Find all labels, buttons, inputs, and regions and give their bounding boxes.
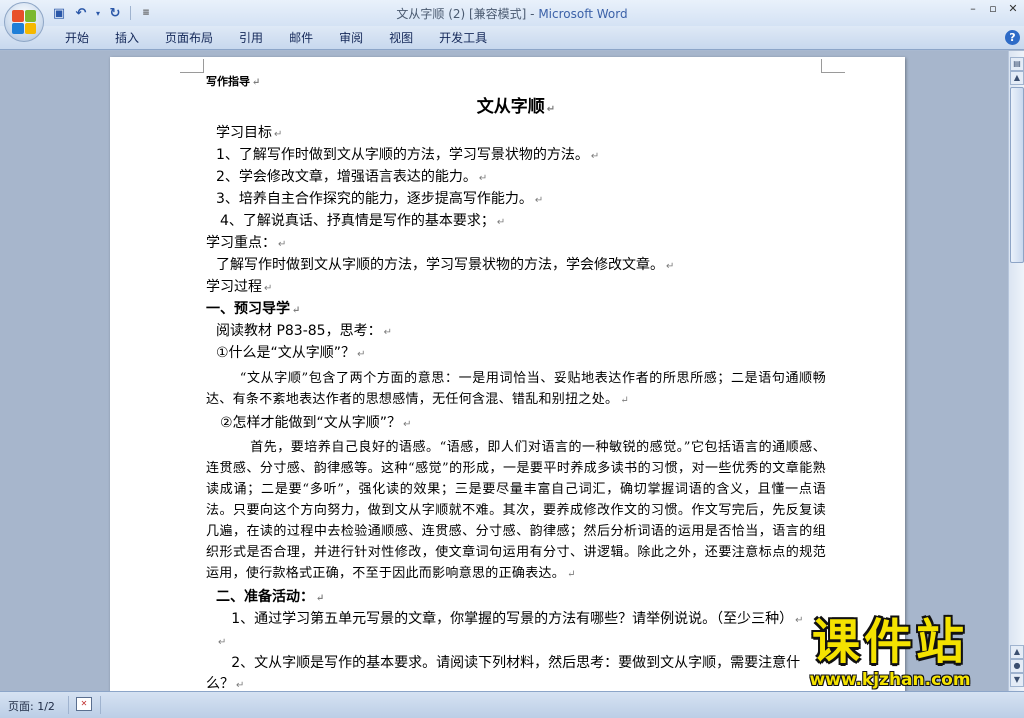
ribbon-tabs: 开始 插入 页面布局 引用 邮件 审阅 视图 开发工具 — [52, 30, 500, 46]
tab-view[interactable]: 视图 — [376, 30, 426, 46]
document-area: 写作指导 ↵ 文从字顺 ↵ 学习目标 ↵ 1、了解写作时做到文从字顺的方法，学习写景状… — [0, 51, 1008, 691]
document-title: 文从字顺 ↵ — [476, 97, 556, 117]
task-2: 2、文从字顺是写作的基本要求。请阅读下列材料，然后思考：要做到文从字顺，需要注意… — [206, 655, 801, 691]
goal-2: 2、学会修改文章，增强语言表达的能力。 ↵ — [216, 169, 488, 185]
empty-line: ↵ — [218, 637, 227, 648]
office-button[interactable] — [4, 2, 44, 42]
page-count[interactable]: 页面: 1/2 — [8, 698, 55, 714]
watermark: 课件站 www.kjzhan.com — [809, 614, 971, 690]
scroll-thumb[interactable] — [1010, 87, 1024, 263]
office-logo-icon — [12, 10, 36, 34]
vertical-scrollbar[interactable]: ▤ ▲ ▲ ● ▼ — [1008, 51, 1024, 691]
proofing-icon[interactable]: ✕ — [76, 697, 92, 711]
focus-text: 了解写作时做到文从字顺的方法，学习写景状物的方法，学会修改文章。 ↵ — [216, 257, 675, 273]
part-1-heading: 一、预习导学 ↵ — [206, 301, 301, 317]
crop-mark-top-left — [180, 59, 204, 73]
tab-references[interactable]: 引用 — [226, 30, 276, 46]
focus-heading: 学习重点： ↵ — [206, 235, 287, 251]
document-page[interactable]: 写作指导 ↵ 文从字顺 ↵ 学习目标 ↵ 1、了解写作时做到文从字顺的方法，学习写景状… — [110, 57, 905, 691]
task-1: 1、通过学习第五单元写景的文章，你掌握的写景的方法有哪些？请举例说说。（至少三种… — [231, 611, 804, 627]
part-2-heading: 二、准备活动： ↵ — [216, 589, 325, 605]
next-page-icon[interactable]: ▼ — [1010, 673, 1024, 687]
question-2: ②怎样才能做到“文从字顺”？ ↵ — [220, 415, 412, 431]
tab-page-layout[interactable]: 页面布局 — [152, 30, 226, 46]
ribbon: 开始 插入 页面布局 引用 邮件 审阅 视图 开发工具 ? — [0, 26, 1024, 50]
previous-page-icon[interactable]: ▲ — [1010, 645, 1024, 659]
tab-review[interactable]: 审阅 — [326, 30, 376, 46]
ruler-toggle-icon[interactable]: ▤ — [1010, 57, 1024, 71]
process-heading: 学习过程 ↵ — [206, 279, 273, 295]
goals-heading: 学习目标 ↵ — [216, 125, 283, 141]
browse-object-icon[interactable]: ● — [1010, 659, 1024, 673]
status-bar: 页面: 1/2 ✕ — [0, 691, 1024, 718]
goal-4: 4、了解说真话、抒真情是写作的基本要求； ↵ — [220, 213, 506, 229]
tab-home[interactable]: 开始 — [52, 30, 102, 46]
restore-icon[interactable]: ▫ — [986, 2, 1000, 15]
tab-developer[interactable]: 开发工具 — [426, 30, 500, 46]
window-controls: – ▫ ✕ — [966, 2, 1020, 15]
goal-1: 1、了解写作时做到文从字顺的方法，学习写景状物的方法。 ↵ — [216, 147, 600, 163]
answer-2: 首先，要培养自己良好的语感。“语感，即人们对语言的一种敏锐的感觉。”它包括语言的… — [206, 440, 826, 581]
answer-1: “文从字顺”包含了两个方面的意思：一是用词恰当、妥贴地表达作者的所思所感；二是语… — [206, 371, 826, 407]
tab-insert[interactable]: 插入 — [102, 30, 152, 46]
reading-instruction: 阅读教材 P83-85，思考： ↵ — [216, 323, 392, 339]
section-label: 写作指导 ↵ — [206, 75, 261, 88]
goal-3: 3、培养自主合作探究的能力，逐步提高写作能力。 ↵ — [216, 191, 544, 207]
window-title: 文从字顺 (2) [兼容模式] - Microsoft Word — [396, 7, 628, 21]
document-content: 写作指导 ↵ 文从字顺 ↵ 学习目标 ↵ 1、了解写作时做到文从字顺的方法，学习写景状… — [206, 71, 826, 691]
help-icon[interactable]: ? — [1005, 30, 1020, 45]
minimize-icon[interactable]: – — [966, 2, 980, 15]
title-bar: ▣ ↶ ▾ ↻ ≡ 文从字顺 (2) [兼容模式] - Microsoft Wo… — [0, 0, 1024, 42]
tab-mailings[interactable]: 邮件 — [276, 30, 326, 46]
close-icon[interactable]: ✕ — [1006, 2, 1020, 15]
question-1: ①什么是“文从字顺”？ ↵ — [216, 345, 366, 361]
scroll-up-icon[interactable]: ▲ — [1010, 71, 1024, 85]
